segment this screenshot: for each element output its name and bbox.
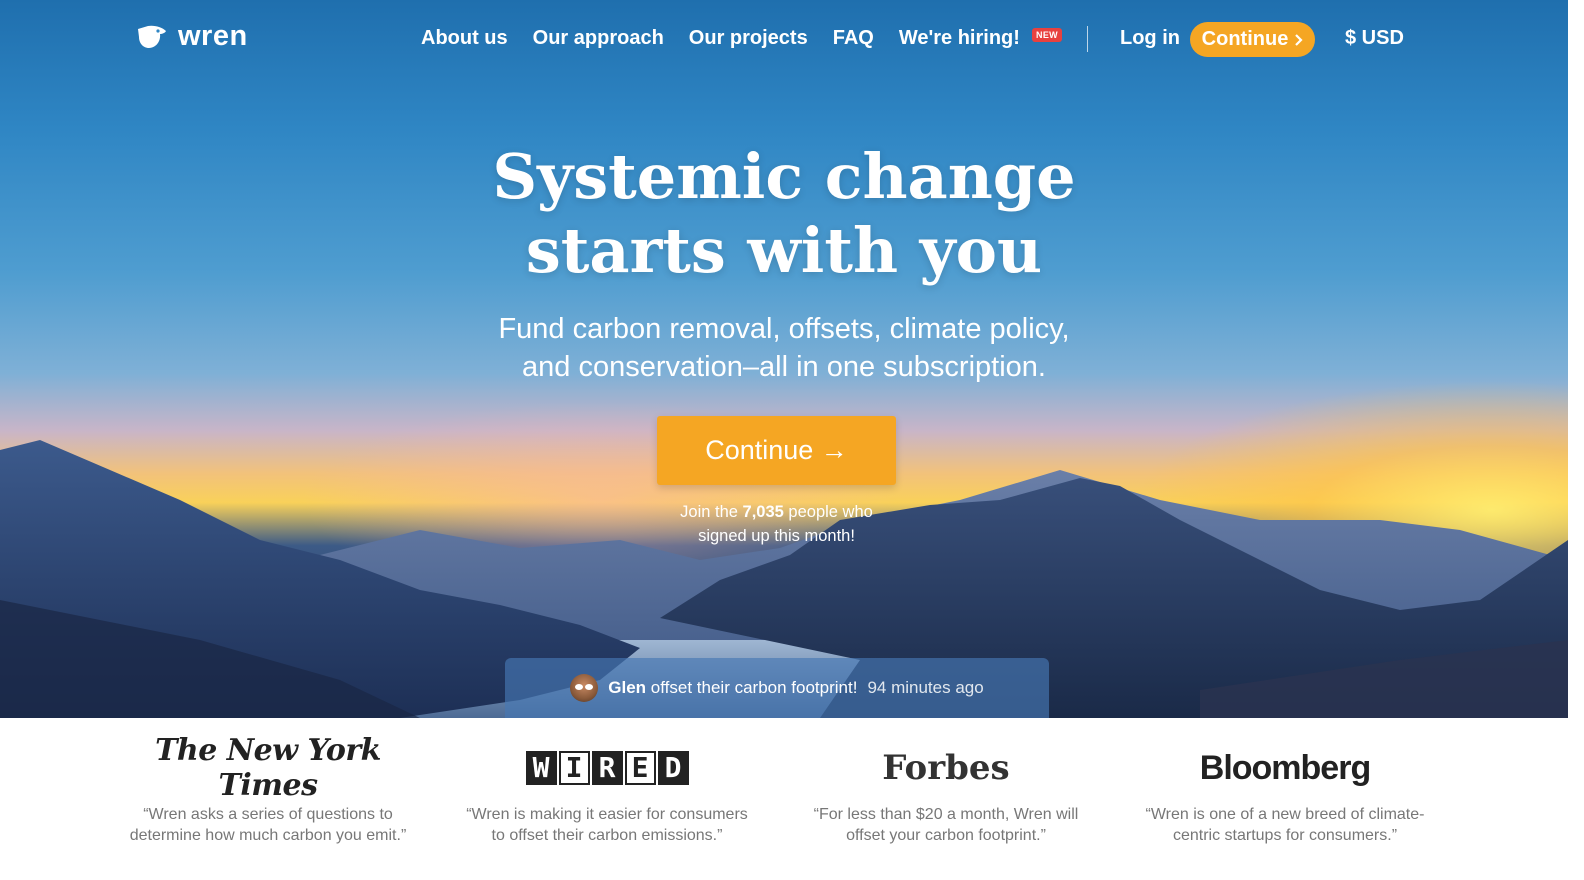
avatar: [570, 674, 599, 702]
subheadline-line-1: Fund carbon removal, offsets, climate po…: [498, 313, 1070, 345]
ticker-user-name: Glen: [608, 678, 647, 697]
press-quote-line: “For less than $20 a month, Wren will: [813, 806, 1079, 823]
chevron-right-icon: [1295, 33, 1303, 46]
wired-letter: R: [591, 751, 623, 785]
press-item-forbes: Forbes “For less than $20 a month, Wren …: [796, 746, 1096, 846]
signup-suffix: people who: [783, 503, 873, 521]
nav-our-approach[interactable]: Our approach: [533, 27, 664, 50]
nav-divider: [1087, 26, 1088, 52]
hero-headline: Systemic change starts with you: [384, 140, 1184, 288]
press-quote-line: “Wren asks a series of questions to: [143, 806, 393, 823]
hero-section: wren About us Our approach Our projects …: [0, 0, 1568, 718]
headline-line-2: starts with you: [525, 214, 1043, 287]
press-quote-line: “Wren is one of a new breed of climate-: [1145, 806, 1425, 823]
press-quote-line: determine how much carbon you emit.”: [129, 827, 407, 844]
press-quote-line: centric startups for consumers.”: [1172, 827, 1398, 844]
wired-letter: D: [657, 751, 689, 785]
wired-logo: WIRED: [452, 746, 762, 790]
signup-line-1: Join the 7,035 people who: [634, 500, 919, 524]
press-item-nyt: The New York Times “Wren asks a series o…: [112, 733, 424, 846]
subheadline-line-2: and conservation–all in one subscription…: [522, 351, 1046, 383]
wired-wordmark: WIRED: [525, 751, 689, 785]
press-quote-line: offset your carbon footprint.”: [846, 827, 1046, 844]
press-quote: “Wren is one of a new breed of climate- …: [1126, 804, 1444, 846]
top-nav: wren About us Our approach Our projects …: [0, 0, 1568, 80]
nav-hiring-label: We're hiring!: [898, 27, 1020, 49]
nav-continue-label: Continue: [1201, 28, 1289, 50]
new-badge: NEW: [1032, 28, 1062, 42]
wired-letter: W: [525, 751, 557, 785]
press-quote: “For less than $20 a month, Wren will of…: [796, 804, 1096, 846]
nav-about-us[interactable]: About us: [421, 27, 508, 50]
ticker-action: offset their carbon footprint!: [646, 678, 858, 697]
login-link[interactable]: Log in: [1120, 27, 1180, 50]
forbes-logo: Forbes: [882, 748, 1010, 788]
headline-line-1: Systemic change: [492, 140, 1076, 213]
press-section: The New York Times “Wren asks a series o…: [0, 718, 1568, 880]
brand-logo[interactable]: wren: [136, 20, 248, 53]
signup-count-text: Join the 7,035 people who signed up this…: [634, 500, 919, 548]
press-item-wired: WIRED “Wren is making it easier for cons…: [452, 746, 762, 846]
ticker-timestamp: 94 minutes ago: [867, 678, 984, 697]
press-quote-line: to offset their carbon emissions.”: [491, 827, 723, 844]
signup-line-2: signed up this month!: [698, 527, 855, 545]
hero-continue-button[interactable]: Continue →: [657, 416, 896, 485]
nav-faq[interactable]: FAQ: [833, 27, 874, 50]
signup-count: 7,035: [742, 503, 784, 521]
wired-letter: E: [624, 751, 656, 785]
brand-name: wren: [178, 20, 248, 52]
press-item-bloomberg: Bloomberg “Wren is one of a new breed of…: [1126, 746, 1444, 846]
wired-letter: I: [558, 751, 590, 785]
nav-hiring[interactable]: We're hiring! NEW: [899, 27, 1062, 50]
nav-continue-button[interactable]: Continue: [1190, 22, 1315, 57]
activity-ticker: Glen offset their carbon footprint! 94 m…: [505, 658, 1049, 718]
nav-our-projects[interactable]: Our projects: [689, 27, 808, 50]
ticker-message: Glen offset their carbon footprint!: [608, 678, 857, 698]
press-quote: “Wren asks a series of questions to dete…: [112, 804, 424, 846]
signup-prefix: Join the: [680, 503, 743, 521]
hero-subheadline: Fund carbon removal, offsets, climate po…: [384, 310, 1184, 386]
nav-links: About us Our approach Our projects FAQ W…: [421, 27, 1062, 50]
nyt-logo: The New York Times: [155, 733, 381, 803]
currency-selector[interactable]: $ USD: [1345, 27, 1404, 50]
press-quote: “Wren is making it easier for consumers …: [452, 804, 762, 846]
bird-icon: [138, 25, 166, 48]
bloomberg-logo: Bloomberg: [1199, 748, 1371, 787]
press-quote-line: “Wren is making it easier for consumers: [466, 806, 748, 823]
